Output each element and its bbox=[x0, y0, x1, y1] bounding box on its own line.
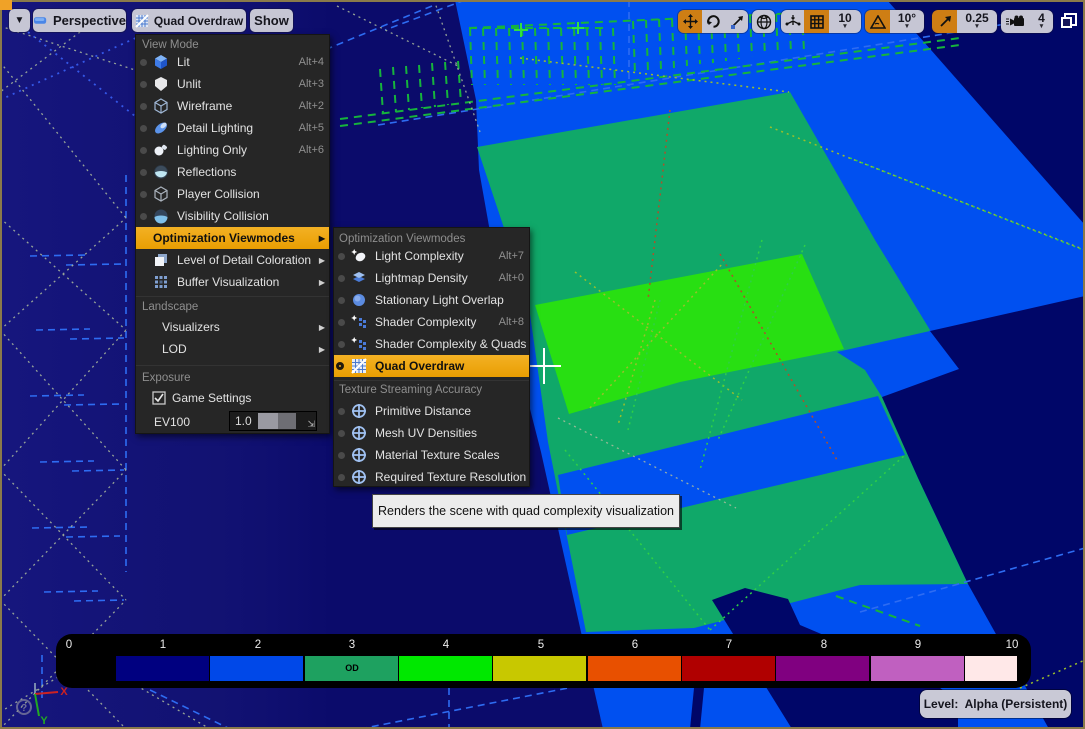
svg-text:Y: Y bbox=[40, 715, 48, 727]
svg-text:X: X bbox=[60, 686, 68, 698]
svg-text:?: ? bbox=[21, 703, 27, 714]
